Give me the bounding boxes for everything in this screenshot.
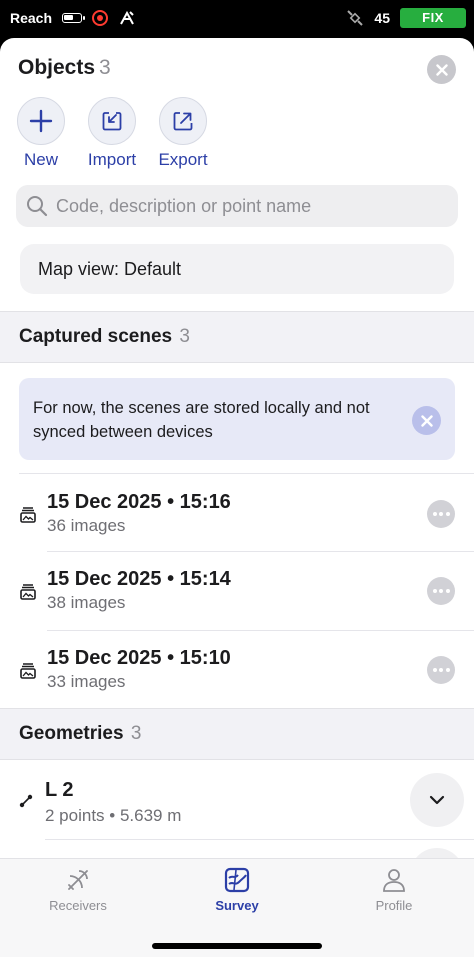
new-button-circle[interactable] bbox=[17, 97, 65, 145]
banner-text: For now, the scenes are stored locally a… bbox=[33, 399, 370, 441]
more-options-button[interactable] bbox=[427, 577, 455, 605]
action-row: New Import Export bbox=[17, 97, 208, 170]
import-label[interactable]: Import bbox=[88, 150, 136, 170]
more-options-button[interactable] bbox=[427, 500, 455, 528]
geometries-header: Geometries 3 bbox=[0, 708, 474, 760]
scene-subtitle: 36 images bbox=[47, 516, 126, 535]
recording-icon bbox=[92, 10, 109, 26]
close-button[interactable] bbox=[427, 55, 456, 84]
scene-title: 15 Dec 2025 • 15:16 bbox=[47, 491, 231, 513]
new-label[interactable]: New bbox=[24, 150, 58, 170]
geometry-title: L 2 bbox=[45, 779, 74, 801]
line-geometry-icon bbox=[19, 794, 33, 808]
list-item[interactable]: 15 Dec 2025 • 15:14 38 images bbox=[0, 551, 474, 629]
image-stack-icon bbox=[20, 584, 36, 600]
map-view-selector[interactable]: Map view: Default bbox=[20, 244, 454, 294]
list-item[interactable]: L 2 2 points • 5.639 m bbox=[0, 762, 474, 840]
chevron-down-icon bbox=[429, 795, 445, 805]
objects-sheet: Objects 3 New Import Export Code, descri… bbox=[0, 38, 474, 957]
scenes-info-banner: For now, the scenes are stored locally a… bbox=[19, 378, 455, 460]
export-icon bbox=[173, 112, 193, 131]
satellite-icon bbox=[347, 10, 364, 26]
import-button-circle[interactable] bbox=[88, 97, 136, 145]
sheet-title: Objects 3 bbox=[18, 56, 111, 80]
satellite-count: 45 bbox=[374, 10, 390, 26]
scene-title: 15 Dec 2025 • 15:14 bbox=[47, 568, 231, 590]
antenna-icon bbox=[120, 10, 134, 25]
new-button[interactable]: New bbox=[17, 97, 65, 170]
satellite-dish-icon bbox=[68, 870, 88, 890]
person-icon bbox=[383, 869, 405, 892]
survey-map-icon bbox=[224, 867, 250, 893]
tab-profile-label[interactable]: Profile bbox=[376, 898, 413, 913]
close-icon bbox=[420, 414, 433, 427]
tab-survey[interactable]: Survey bbox=[177, 867, 297, 913]
image-stack-icon bbox=[20, 507, 36, 523]
objects-count: 3 bbox=[99, 56, 111, 79]
geometry-subtitle: 2 points • 5.639 m bbox=[45, 806, 182, 825]
image-stack-icon bbox=[20, 663, 36, 679]
list-item[interactable]: 15 Dec 2025 • 15:10 33 images bbox=[0, 630, 474, 708]
expand-button[interactable] bbox=[410, 773, 464, 827]
divider bbox=[45, 839, 474, 840]
sheet-title-text: Objects bbox=[18, 56, 96, 79]
tab-survey-label[interactable]: Survey bbox=[215, 898, 258, 913]
scene-subtitle: 38 images bbox=[47, 593, 126, 612]
search-bar[interactable] bbox=[16, 185, 458, 227]
captured-scenes-header: Captured scenes 3 bbox=[0, 311, 474, 363]
banner-close-button[interactable] bbox=[412, 406, 441, 435]
geometries-title: Geometries bbox=[19, 723, 124, 744]
import-button[interactable]: Import bbox=[88, 97, 136, 170]
close-icon bbox=[435, 63, 448, 76]
scene-title: 15 Dec 2025 • 15:10 bbox=[47, 647, 231, 669]
tab-receivers-label[interactable]: Receivers bbox=[49, 898, 107, 913]
tab-bar: Receivers Survey Profile bbox=[0, 858, 474, 957]
export-button-circle[interactable] bbox=[159, 97, 207, 145]
geometries-count: 3 bbox=[130, 723, 142, 744]
search-icon bbox=[27, 196, 48, 217]
scene-subtitle: 33 images bbox=[47, 672, 126, 691]
export-label[interactable]: Export bbox=[158, 150, 207, 170]
home-indicator bbox=[152, 943, 322, 949]
tab-profile[interactable]: Profile bbox=[334, 867, 454, 913]
captured-scenes-count: 3 bbox=[179, 326, 190, 347]
plus-icon bbox=[29, 109, 53, 133]
battery-icon bbox=[62, 13, 86, 23]
status-bar: Reach 45 FIX bbox=[0, 0, 474, 38]
fix-status-badge[interactable]: FIX bbox=[400, 8, 466, 28]
captured-scenes-title: Captured scenes bbox=[19, 326, 173, 347]
tab-receivers[interactable]: Receivers bbox=[18, 867, 138, 913]
search-input[interactable] bbox=[56, 195, 436, 217]
list-item[interactable]: 15 Dec 2025 • 15:16 36 images bbox=[19, 473, 474, 551]
more-options-button[interactable] bbox=[427, 656, 455, 684]
export-button[interactable]: Export bbox=[158, 97, 208, 170]
carrier-label: Reach bbox=[10, 10, 53, 26]
import-icon bbox=[102, 112, 122, 131]
